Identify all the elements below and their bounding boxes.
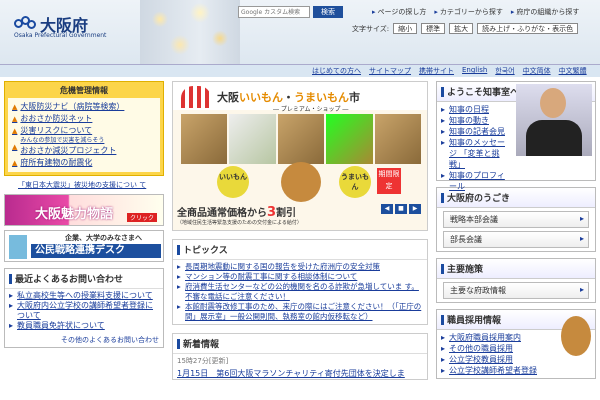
right-column: ようこそ知事室へ 知事の日程 知事の動き 知事の記者会見 知事のメッセージ 「変… — [436, 81, 596, 385]
charm-banner-title: 大阪魅力物語 — [35, 207, 114, 222]
faq-box: 最近よくあるお問い合わせ 私立高校生等への授業料支援について 大阪府内公立学校の… — [4, 268, 164, 348]
font-size-label: 文字サイズ: — [352, 24, 390, 33]
toplink-organization[interactable]: 府庁の組織から探す — [511, 7, 579, 17]
news-item[interactable]: 1月15日 第6回大阪マラソンチャリティ寄付先団体を決定しま — [173, 368, 427, 379]
faq-item[interactable]: 私立高校生等への授業料支援について — [9, 291, 159, 301]
crisis-small-note: みんなの参加で災害を減らそう — [20, 137, 105, 144]
header-illumination-image — [140, 0, 240, 64]
governor-item[interactable]: 知事のプロフィール — [441, 170, 507, 192]
partner-banner-title: 公民戦略連携デスク — [31, 244, 161, 258]
nav-chinese-simplified[interactable]: 中文简体 — [523, 66, 551, 76]
director-meeting-button[interactable]: 部長会議 — [443, 231, 589, 248]
policy-box: 主要施策 主要な府政情報 — [436, 258, 596, 303]
crisis-item[interactable]: ▲ 災害リスクについて — [12, 125, 156, 137]
crisis-item[interactable]: ▲ おおさか防災ネット — [12, 113, 156, 125]
umaimon-badge: うまいもん — [339, 166, 371, 198]
crisis-panel: 危機管理情報 ▲ 大阪防災ナビ（病院等検索） ▲ おおさか防災ネット ▲ 災害リスクに… — [4, 81, 164, 176]
job-item[interactable]: 公立学校教員採用 — [441, 354, 591, 365]
faq-item[interactable]: 教員職員免許状について — [9, 321, 159, 331]
warning-icon: ▲ — [12, 103, 18, 111]
font-standard-button[interactable]: 標準 — [421, 23, 446, 34]
news-title: 新着情報 — [173, 334, 427, 354]
faq-title: 最近よくあるお問い合わせ — [5, 269, 163, 289]
promo-title: 大阪いいもん・うまいもん市 — [217, 91, 360, 104]
charm-click-label: クリック — [126, 213, 157, 222]
site-logo[interactable]: 大阪府 Osaka Prefectural Government — [14, 12, 106, 39]
crisis-item[interactable]: ▲ 大阪防災ナビ（病院等検索） — [12, 101, 156, 113]
osaka-logo-icon — [14, 16, 36, 32]
nav-sitemap[interactable]: サイトマップ — [369, 66, 411, 76]
crisis-title: 危機管理情報 — [60, 86, 108, 95]
utility-nav: はじめての方へ サイトマップ 携帯サイト English 한국어 中文简体 中文… — [312, 66, 587, 76]
news-updated: 15時27分[更新] — [177, 357, 229, 365]
faq-item[interactable]: 大阪府内公立学校の講師希望者登録に ついて — [9, 301, 159, 321]
toplink-category[interactable]: カテゴリーから探す — [434, 7, 503, 17]
policy-title: 主要施策 — [437, 259, 595, 279]
iimon-badge: いいもん — [217, 166, 249, 198]
site-subtitle: Osaka Prefectural Government — [14, 32, 107, 39]
topic-item[interactable]: 府消費生活センターなどの公的機関を名のる詐欺が急増していま す。不審な電話にご注… — [177, 282, 423, 302]
policy-info-button[interactable]: 主要な府政情報 — [443, 282, 589, 299]
read-aloud-button[interactable]: 読み上げ・ふりがな・表示色 — [477, 23, 579, 34]
governor-item[interactable]: 知事の日程 — [441, 104, 507, 115]
search-bar: 検索 — [238, 6, 343, 18]
font-smaller-button[interactable]: 縮小 — [393, 23, 418, 34]
limited-badge: 期間限定 — [377, 168, 401, 194]
warning-icon: ▲ — [12, 143, 18, 151]
nav-english[interactable]: English — [462, 66, 487, 76]
governor-photo — [516, 84, 592, 156]
warning-icon: ▲ — [12, 127, 18, 135]
warning-icon: ▲ — [12, 115, 18, 123]
top-links: ページの探し方 カテゴリーから探す 府庁の組織から探す — [372, 7, 580, 17]
topics-box: トピックス 長周期地震動に関する国の報告を受けた府洲庁の安全対策 マンション等の… — [172, 239, 428, 325]
promo-sale-text: 全商品通常価格から3割引 — [177, 205, 297, 220]
nav-mobile[interactable]: 携帯サイト — [419, 66, 454, 76]
promo-carousel[interactable]: 大阪いいもん・うまいもん市 ― プレミアム・ショップ ― いいもん うまいもん … — [172, 81, 428, 231]
center-column: 大阪いいもん・うまいもん市 ― プレミアム・ショップ ― いいもん うまいもん … — [172, 81, 428, 380]
next-icon[interactable]: ▶ — [409, 204, 421, 214]
news-box: 新着情報 15時27分[更新] 1月15日 第6回大阪マラソンチャリティ寄付先団… — [172, 333, 428, 380]
warning-icon: ▲ — [12, 159, 18, 167]
topics-title: トピックス — [173, 240, 427, 260]
job-item[interactable]: 公立学校講師希望者登録 — [441, 365, 591, 376]
search-button[interactable]: 検索 — [313, 6, 343, 18]
governor-item[interactable]: 知事の記者会見 — [441, 126, 507, 137]
nav-first-time[interactable]: はじめての方へ — [312, 66, 361, 76]
faq-more-link[interactable]: その他のよくあるお問い合わせ — [5, 333, 163, 347]
governor-item[interactable]: 知事のメッセージ 「変革と挑戦」 — [441, 137, 507, 170]
mascot-image — [9, 235, 27, 259]
promo-note: （地域住民生活等緊急支援のための交付金による給付） — [177, 220, 302, 226]
font-larger-button[interactable]: 拡大 — [449, 23, 474, 34]
search-input[interactable] — [238, 6, 310, 18]
crisis-item[interactable]: ▲ みんなの参加で災害を減らそう おおさか減災プロジェクト — [12, 137, 156, 157]
trends-box: 大阪府のうごき 戦略本部会議 部長会議 — [436, 187, 596, 252]
stop-icon[interactable]: ■ — [395, 204, 407, 214]
nav-chinese-traditional[interactable]: 中文繁體 — [559, 66, 587, 76]
font-size-tools: 文字サイズ: 縮小 標準 拡大 読み上げ・ふりがな・表示色 — [352, 23, 579, 34]
carousel-controls: ◀ ■ ▶ — [381, 204, 421, 214]
promo-subtitle: ― プレミアム・ショップ ― — [273, 106, 349, 113]
topic-item[interactable]: マンション等の耐震工事に関する相談体制について — [177, 272, 423, 282]
topic-item[interactable]: 本館耐震等改修工事のため、来庁の際にはご注意ください！（「正庁の間」展示室」一般… — [177, 302, 423, 322]
product-photos — [181, 114, 421, 164]
earthquake-support-link[interactable]: 「東日本大震災」被災地の支援につい て — [4, 180, 164, 190]
site-header: 大阪府 Osaka Prefectural Government 検索 ページの… — [0, 0, 600, 64]
governor-box: ようこそ知事室へ 知事の日程 知事の動き 知事の記者会見 知事のメッセージ 「変… — [436, 81, 596, 191]
left-column: 危機管理情報 ▲ 大阪防災ナビ（病院等検索） ▲ おおさか防災ネット ▲ 災害リスクに… — [4, 81, 164, 348]
crisis-item[interactable]: ▲ 府所有建物の耐震化 — [12, 157, 156, 169]
partnership-desk-banner[interactable]: 企業、大学のみなさまへ 公民戦略連携デスク — [4, 230, 164, 262]
topic-item[interactable]: 長周期地震動に関する国の報告を受けた府洲庁の安全対策 — [177, 262, 423, 272]
osaka-charm-banner[interactable]: 大阪魅力物語 クリック — [4, 194, 164, 226]
governor-item[interactable]: 知事の動き — [441, 115, 507, 126]
prev-icon[interactable]: ◀ — [381, 204, 393, 214]
mascot-image — [561, 316, 591, 356]
partner-banner-top: 企業、大学のみなさまへ — [65, 234, 142, 242]
jobs-box: 職員採用情報 大阪府職員採用案内 その他の職員採用 公立学校教員採用 公立学校講… — [436, 309, 596, 379]
nav-korean[interactable]: 한국어 — [495, 66, 514, 76]
toplink-page-guide[interactable]: ページの探し方 — [372, 7, 427, 17]
strategy-meeting-button[interactable]: 戦略本部会議 — [443, 211, 589, 228]
tent-icon — [181, 86, 211, 108]
mascot-image — [281, 162, 321, 202]
